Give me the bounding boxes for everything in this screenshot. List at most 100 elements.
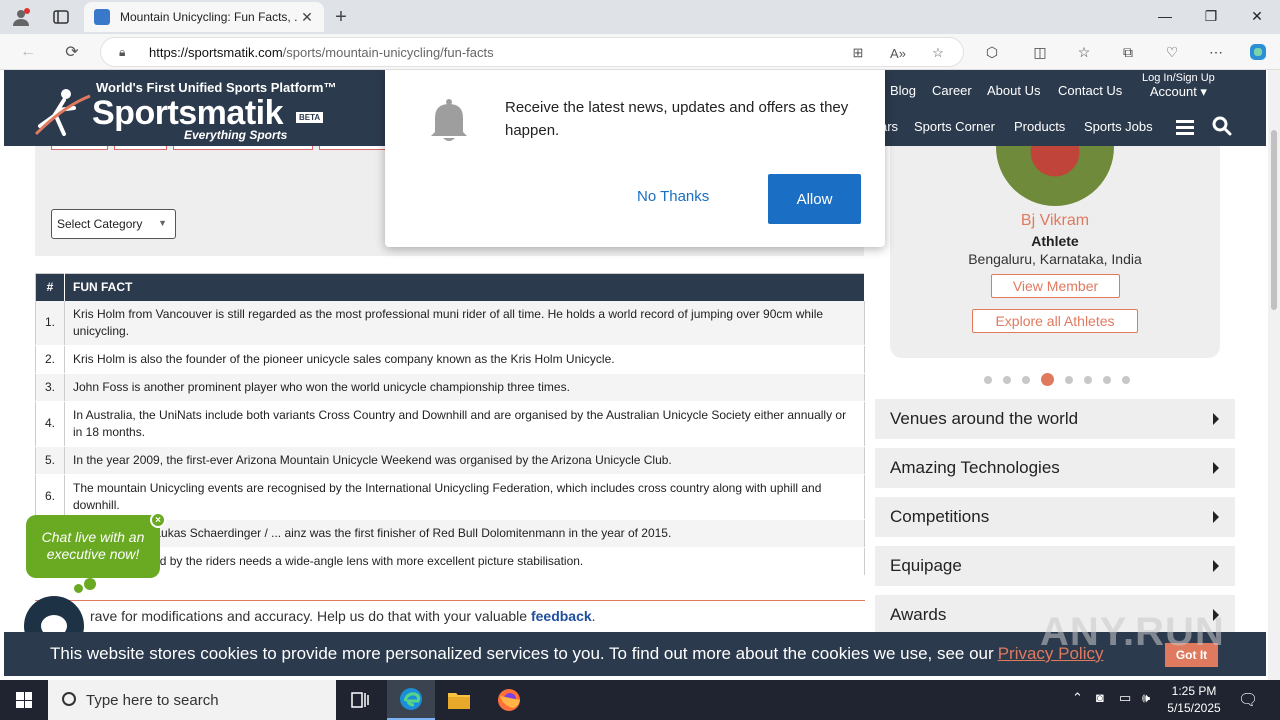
taskbar-search-box[interactable]: Type here to search [48, 680, 336, 720]
favorites-icon[interactable]: ☆ [1072, 40, 1096, 64]
more-menu-icon[interactable]: ⋯ [1204, 40, 1228, 64]
carousel-dot[interactable] [1084, 375, 1092, 384]
app-available-icon[interactable]: ⊞ [847, 44, 869, 62]
filter-tab[interactable] [173, 146, 313, 150]
network-icon[interactable]: ▭ [1119, 690, 1131, 706]
volume-icon[interactable]: 🕪︎ [1142, 690, 1150, 706]
bell-icon [431, 99, 467, 141]
section-divider [35, 600, 865, 601]
caret-right-icon [1213, 560, 1219, 572]
search-icon[interactable] [1212, 116, 1232, 136]
carousel-dot[interactable] [1041, 373, 1054, 386]
nav-sports-jobs[interactable]: Sports Jobs [1084, 119, 1153, 134]
nav-contact-us[interactable]: Contact Us [1058, 83, 1122, 98]
hamburger-menu-icon[interactable] [1176, 120, 1194, 135]
system-clock[interactable]: 1:25 PM 5/15/2025 [1160, 683, 1228, 717]
row-number: 5. [35, 446, 65, 475]
task-view-icon[interactable] [336, 680, 384, 720]
account-dropdown[interactable]: Account ▾ [1142, 84, 1215, 100]
read-aloud-icon[interactable]: A» [887, 44, 909, 62]
copilot-icon[interactable] [1246, 40, 1270, 64]
athlete-role: Athlete [1031, 233, 1079, 249]
filter-tab[interactable] [51, 146, 108, 150]
search-icon [62, 692, 76, 706]
clock-date: 5/15/2025 [1167, 701, 1221, 715]
chat-close-icon[interactable]: × [150, 512, 166, 528]
nav-products[interactable]: Products [1014, 119, 1065, 134]
fact-text: Kris Holm from Vancouver is still regard… [64, 300, 865, 346]
split-screen-icon[interactable]: ◫ [1028, 40, 1052, 64]
back-icon[interactable]: ← [16, 40, 40, 64]
feedback-link[interactable]: feedback [531, 608, 592, 624]
clock-time: 1:25 PM [1171, 684, 1217, 698]
firefox-icon[interactable] [485, 680, 533, 720]
edge-browser-icon[interactable] [387, 680, 435, 720]
sportsmatik-logo[interactable]: World's First Unified Sports Platform™ S… [34, 78, 337, 142]
carousel-dot[interactable] [1122, 375, 1130, 384]
refresh-icon[interactable]: ⟳ [60, 40, 84, 64]
minimize-icon[interactable]: — [1142, 0, 1188, 32]
accordion-venues[interactable]: Venues around the world [875, 399, 1235, 439]
url-path: /sports/mountain-unicycling/fun-facts [282, 44, 494, 60]
close-window-icon[interactable]: ✕ [1234, 0, 1280, 32]
caret-right-icon [1213, 511, 1219, 523]
windows-taskbar: Type here to search ⌃ ◙ ▭ 🕪︎ 1:25 PM 5/1… [0, 680, 1280, 720]
view-member-button[interactable]: View Member [991, 274, 1120, 298]
login-link[interactable]: Log In/Sign Up [1142, 72, 1215, 84]
nav-about-us[interactable]: About Us [987, 83, 1040, 98]
accordion-label: Equipage [890, 556, 962, 575]
scrollbar-thumb[interactable] [1271, 130, 1277, 310]
accordion-technologies[interactable]: Amazing Technologies [875, 448, 1235, 488]
carousel-dot[interactable] [1022, 375, 1030, 384]
extensions-icon[interactable]: ⬡ [980, 40, 1004, 64]
table-header-row: # FUN FACT [35, 273, 865, 301]
carousel-dot[interactable] [1103, 375, 1111, 384]
restore-icon[interactable]: ❐ [1188, 0, 1234, 32]
athlete-figure-icon [34, 89, 91, 136]
favorite-star-icon[interactable]: ☆ [927, 44, 949, 62]
athlete-name[interactable]: Bj Vikram [890, 212, 1220, 230]
collections-icon[interactable]: ⧉ [1116, 40, 1140, 64]
meet-now-icon[interactable]: ◙ [1096, 690, 1104, 705]
tab-actions-icon[interactable] [50, 6, 72, 28]
no-thanks-button[interactable]: No Thanks [637, 188, 709, 205]
url-field[interactable]: 🔒︎ https://sportsmatik.com/sports/mounta… [100, 37, 964, 67]
site-subtitle: Everything Sports [184, 128, 288, 142]
caret-right-icon [1213, 413, 1219, 425]
nav-career[interactable]: Career [932, 83, 972, 98]
carousel-dot[interactable] [1065, 375, 1073, 384]
performance-icon[interactable]: ♡ [1160, 40, 1184, 64]
accordion-competitions[interactable]: Competitions [875, 497, 1235, 537]
row-number: 4. [35, 401, 65, 447]
accordion-equipage[interactable]: Equipage [875, 546, 1235, 586]
browser-address-bar: ← ⟳ 🔒︎ https://sportsmatik.com/sports/mo… [0, 34, 1280, 70]
filter-tab[interactable] [114, 146, 167, 150]
windows-logo-icon [16, 692, 32, 708]
nav-blog[interactable]: Blog [890, 83, 916, 98]
chat-invite-bubble[interactable]: Chat live with an executive now! [26, 515, 160, 578]
carousel-dot[interactable] [984, 375, 992, 384]
file-explorer-icon[interactable] [435, 680, 483, 720]
nav-sports-corner[interactable]: Sports Corner [914, 119, 995, 134]
table-row: 3. John Foss is another prominent player … [35, 373, 865, 402]
row-number: 2. [35, 345, 65, 374]
site-tagline: World's First Unified Sports Platform™ [96, 80, 337, 95]
filter-tab[interactable] [319, 146, 389, 150]
close-tab-icon[interactable]: ✕ [298, 9, 316, 26]
account-menu[interactable]: Log In/Sign Up Account ▾ [1142, 72, 1215, 100]
allow-button[interactable]: Allow [768, 174, 861, 224]
carousel-dot[interactable] [1003, 375, 1011, 384]
show-hidden-icons[interactable]: ⌃ [1072, 690, 1083, 706]
select-category-dropdown[interactable]: Select Category ▼ [51, 209, 176, 239]
page-scrollbar[interactable] [1268, 70, 1280, 680]
start-button[interactable] [0, 680, 48, 720]
notifications-icon[interactable]: 🗨︎ [1238, 690, 1258, 710]
browser-tab-active[interactable]: Mountain Unicycling: Fun Facts, ... ✕ [84, 2, 324, 32]
new-tab-icon[interactable]: + [330, 6, 352, 28]
explore-athletes-button[interactable]: Explore all Athletes [972, 309, 1138, 333]
select-category-label: Select Category [57, 217, 143, 231]
carousel-dots [984, 373, 1130, 386]
row-number: 6. [35, 474, 65, 520]
profile-icon[interactable] [10, 6, 32, 28]
chevron-down-icon: ▼ [158, 218, 167, 228]
